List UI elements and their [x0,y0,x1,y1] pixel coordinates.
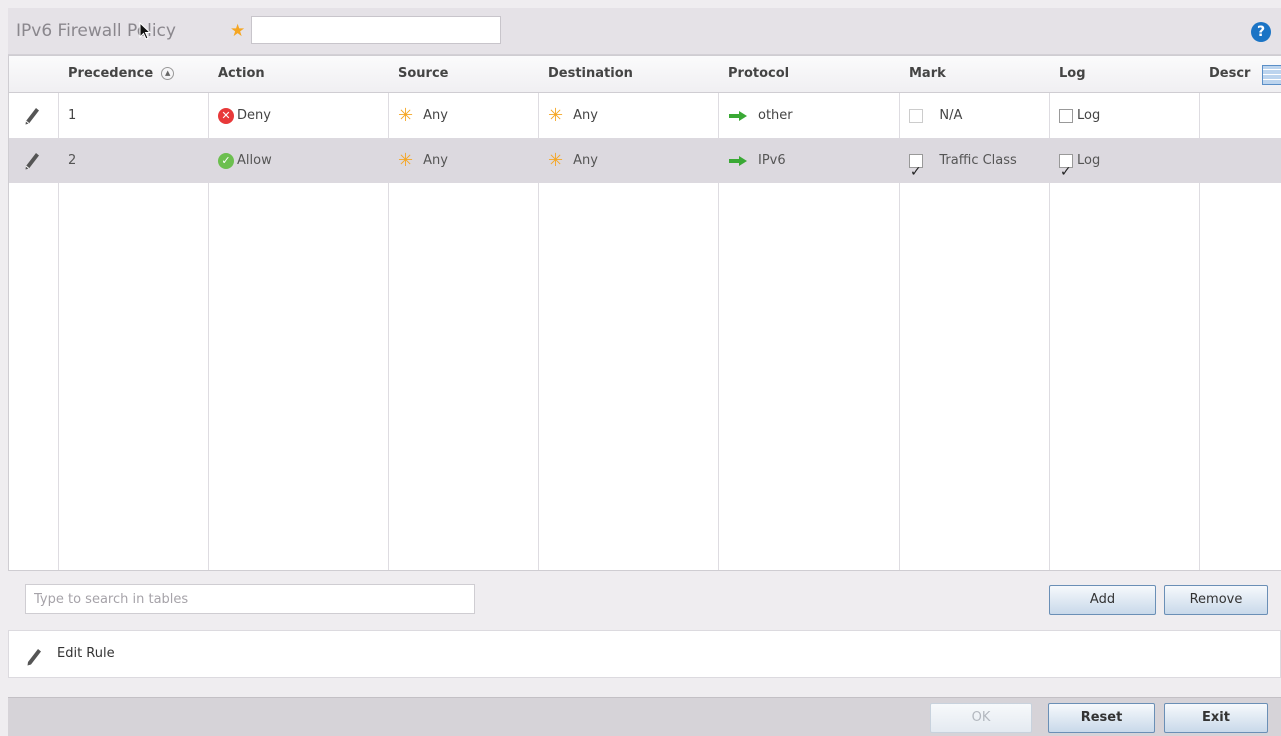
add-button[interactable]: Add [1049,585,1156,615]
column-header-mark[interactable]: Mark [899,56,1049,92]
pencil-icon[interactable] [23,150,41,170]
policy-header: IPv6 Firewall Policy ★ ? [8,8,1281,55]
source-cell: ✳ Any [388,138,448,183]
mouse-cursor-icon [139,22,151,40]
column-header-destination[interactable]: Destination [538,56,718,92]
firewall-rules-table: Precedence ▲ Action Source Destination Pr… [8,55,1281,571]
any-asterisk-icon: ✳ [548,105,564,126]
page-title: IPv6 Firewall Policy [16,21,176,41]
allow-icon: ✓ [218,152,234,169]
action-cell: ✓ Allow [208,138,272,183]
policy-name-input[interactable] [251,16,501,44]
mark-cell: N/A [899,93,962,138]
log-cell: Log [1049,93,1100,138]
any-asterisk-icon: ✳ [548,150,564,171]
action-cell: ✕ Deny [208,93,271,138]
protocol-cell: IPv6 [718,138,786,183]
help-icon[interactable]: ? [1251,22,1271,42]
source-cell: ✳ Any [388,93,448,138]
any-asterisk-icon: ✳ [398,105,414,126]
mark-label: Traffic Class [939,153,1017,168]
destination-label: Any [573,153,598,168]
protocol-label: IPv6 [758,153,786,168]
pencil-icon [27,649,41,666]
column-header-label: Precedence [68,66,154,81]
column-header-action[interactable]: Action [208,56,388,92]
ok-button[interactable]: OK [930,703,1032,733]
table-row[interactable]: 1 ✕ Deny ✳ Any ✳ Any other N/A Log [9,93,1281,138]
log-cell: Log [1049,138,1101,195]
column-header-protocol[interactable]: Protocol [718,56,899,92]
mark-checkbox[interactable] [909,108,923,123]
table-header: Precedence ▲ Action Source Destination Pr… [9,56,1281,93]
mark-checkbox[interactable] [909,150,923,195]
sort-ascending-icon[interactable]: ▲ [161,67,175,80]
reset-button[interactable]: Reset [1048,703,1155,733]
log-checkbox[interactable] [1059,108,1073,123]
destination-cell: ✳ Any [538,93,598,138]
precedence-cell: 2 [68,153,77,168]
edit-rule-bar[interactable]: Edit Rule [8,630,1281,678]
protocol-cell: other [718,93,793,138]
remove-button[interactable]: Remove [1164,585,1268,615]
source-label: Any [423,153,448,168]
table-search-input[interactable] [25,584,475,614]
any-asterisk-icon: ✳ [398,150,414,171]
pencil-icon[interactable] [23,105,41,125]
action-label: Deny [237,108,271,123]
column-header-precedence[interactable]: Precedence ▲ [58,56,208,92]
arrow-right-icon [729,155,747,166]
deny-icon: ✕ [218,107,234,124]
source-label: Any [423,108,448,123]
column-chooser-icon[interactable] [1262,65,1281,85]
log-label: Log [1077,108,1101,123]
column-header-log[interactable]: Log [1049,56,1199,92]
arrow-right-icon [729,110,747,121]
destination-label: Any [573,108,598,123]
column-header-source[interactable]: Source [388,56,538,92]
action-label: Allow [237,153,272,168]
edit-rule-label: Edit Rule [57,646,115,661]
mark-label: N/A [939,108,963,123]
table-row[interactable]: 2 ✓Allow ✳ Any ✳ Any IPv6 Traffic Class Lo… [9,138,1281,195]
exit-button[interactable]: Exit [1164,703,1268,733]
log-label: Log [1077,153,1101,168]
required-star-icon: ★ [230,21,246,41]
log-checkbox[interactable] [1059,150,1073,195]
mark-cell: Traffic Class [899,138,1017,195]
precedence-cell: 1 [68,108,77,123]
protocol-label: other [758,108,793,123]
destination-cell: ✳ Any [538,138,598,183]
